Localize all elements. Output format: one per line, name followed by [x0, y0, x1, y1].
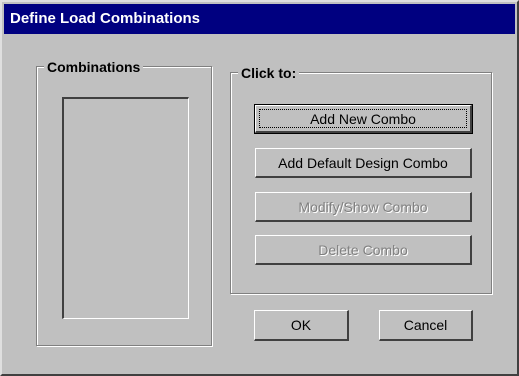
delete-combo-button[interactable]: Delete Combo — [255, 235, 472, 265]
ok-button[interactable]: OK — [254, 310, 349, 341]
ok-label: OK — [290, 317, 312, 333]
combinations-group-label: Combinations — [44, 59, 144, 75]
combinations-listbox[interactable] — [62, 97, 189, 319]
modify-show-combo-button[interactable]: Modify/Show Combo — [255, 192, 472, 222]
define-load-combinations-dialog: Define Load Combinations Combinations Cl… — [0, 0, 519, 376]
add-new-combo-button[interactable]: Add New Combo — [254, 104, 473, 134]
add-default-design-combo-label: Add Default Design Combo — [278, 154, 448, 171]
add-default-design-combo-button[interactable]: Add Default Design Combo — [255, 148, 472, 178]
dialog-title: Define Load Combinations — [10, 10, 201, 27]
click-to-group-label: Click to: — [238, 65, 300, 81]
focus-indicator — [259, 109, 467, 128]
title-bar[interactable]: Define Load Combinations — [4, 4, 515, 34]
modify-show-combo-label: Modify/Show Combo — [298, 198, 428, 215]
delete-combo-label: Delete Combo — [318, 241, 408, 258]
cancel-button[interactable]: Cancel — [379, 310, 473, 341]
cancel-label: Cancel — [403, 317, 448, 333]
